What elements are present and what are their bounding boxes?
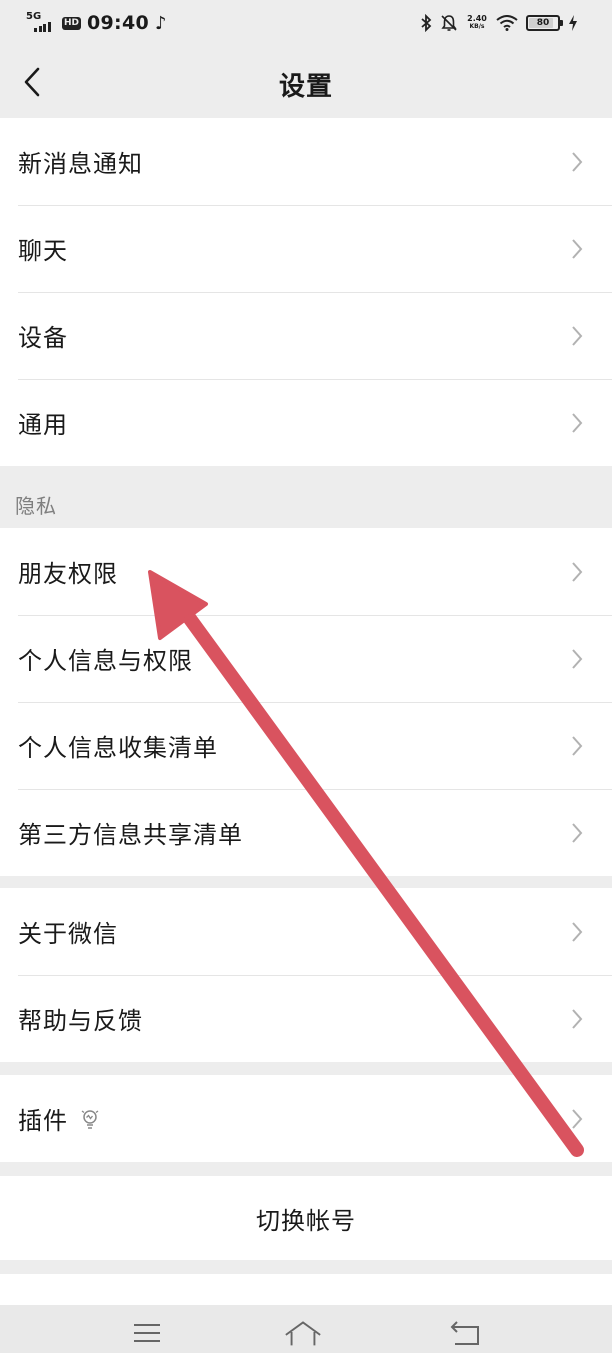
- chevron-right-icon: [572, 151, 583, 172]
- speed-value: 2.40: [467, 14, 487, 23]
- battery-level: 80: [536, 18, 550, 28]
- mute-bell-icon: [441, 15, 457, 31]
- settings-item-label: 通用: [18, 411, 68, 439]
- settings-item-personal-info-collection-list[interactable]: 个人信息收集清单: [0, 702, 612, 789]
- settings-item-label: 帮助与反馈: [18, 1007, 143, 1035]
- section-header-privacy: 隐私: [15, 494, 57, 518]
- settings-item-plugins[interactable]: 插件: [0, 1075, 612, 1162]
- settings-item-personal-info-permissions[interactable]: 个人信息与权限: [0, 615, 612, 702]
- chevron-right-icon: [572, 325, 583, 346]
- settings-item-label: 聊天: [18, 237, 68, 265]
- settings-item-label: 个人信息与权限: [18, 647, 193, 675]
- tiktok-icon: ♪: [155, 12, 167, 34]
- battery-icon: 80: [526, 15, 563, 31]
- status-bar: 5G HD 09:40 ♪ 2.40 KB/s 80: [0, 0, 612, 46]
- nav-bar: 设置: [0, 46, 612, 118]
- settings-item-label: 设备: [18, 324, 68, 352]
- home-icon: [285, 1321, 321, 1346]
- home-button[interactable]: [283, 1315, 323, 1349]
- system-nav-bar: [0, 1305, 612, 1353]
- charging-icon: [569, 15, 577, 31]
- settings-item-chat[interactable]: 聊天: [0, 205, 612, 292]
- menu-icon: [134, 1324, 160, 1342]
- settings-item-about-wechat[interactable]: 关于微信: [0, 888, 612, 975]
- hd-badge: HD: [62, 16, 82, 30]
- network-speed: 2.40 KB/s: [466, 15, 488, 31]
- chevron-right-icon: [572, 735, 583, 756]
- settings-item-third-party-sharing-list[interactable]: 第三方信息共享清单: [0, 789, 612, 876]
- chevron-right-icon: [572, 412, 583, 433]
- return-icon: [450, 1321, 479, 1345]
- signal-icon: 5G: [26, 12, 56, 34]
- chevron-right-icon: [572, 1008, 583, 1029]
- settings-group-privacy: 朋友权限 个人信息与权限 个人信息收集清单 第三方信息共享清单: [0, 528, 612, 876]
- page-title: 设置: [278, 72, 333, 102]
- settings-item-help-feedback[interactable]: 帮助与反馈: [0, 975, 612, 1062]
- settings-item-label: 关于微信: [18, 920, 118, 948]
- settings-group-main: 新消息通知 聊天 设备 通用: [0, 118, 612, 466]
- clock: 09:40: [87, 12, 149, 34]
- settings-group-plugins: 插件: [0, 1075, 612, 1162]
- chevron-right-icon: [572, 822, 583, 843]
- status-left: 5G HD 09:40 ♪: [26, 10, 167, 36]
- wifi-icon: [496, 15, 518, 31]
- settings-group-about: 关于微信 帮助与反馈: [0, 888, 612, 1062]
- back-nav-button[interactable]: [445, 1315, 485, 1349]
- settings-item-label: 插件: [18, 1107, 68, 1135]
- chevron-right-icon: [572, 1108, 583, 1129]
- lightbulb-icon: [81, 1109, 99, 1129]
- settings-item-label: 个人信息收集清单: [18, 734, 218, 762]
- settings-item-general[interactable]: 通用: [0, 379, 612, 466]
- settings-item-devices[interactable]: 设备: [0, 292, 612, 379]
- chevron-right-icon: [572, 648, 583, 669]
- menu-button[interactable]: [127, 1315, 167, 1349]
- chevron-right-icon: [572, 238, 583, 259]
- speed-unit: KB/s: [469, 23, 485, 30]
- bluetooth-icon: [421, 14, 432, 32]
- chevron-right-icon: [572, 561, 583, 582]
- status-right: 2.40 KB/s 80: [420, 10, 578, 36]
- network-type: 5G: [26, 11, 42, 22]
- switch-account-button[interactable]: 切换帐号: [0, 1176, 612, 1260]
- settings-item-friend-permissions[interactable]: 朋友权限: [0, 528, 612, 615]
- settings-item-new-message-notifications[interactable]: 新消息通知: [0, 118, 612, 205]
- settings-item-label: 第三方信息共享清单: [18, 821, 243, 849]
- settings-item-label: 朋友权限: [18, 560, 118, 588]
- settings-item-label: 新消息通知: [18, 150, 143, 178]
- chevron-right-icon: [572, 921, 583, 942]
